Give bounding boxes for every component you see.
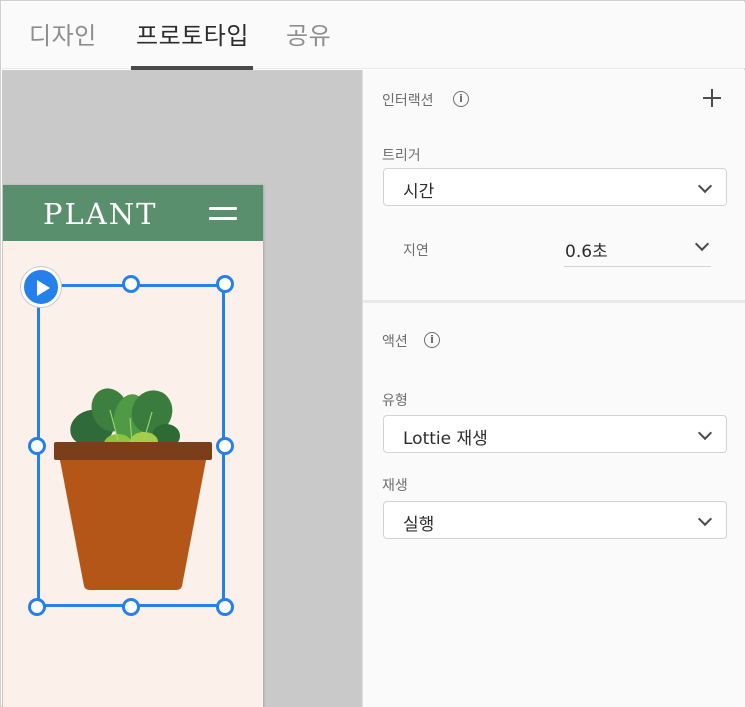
resize-handle-bottom-right[interactable]	[216, 598, 234, 616]
hamburger-menu-icon	[209, 207, 237, 221]
trigger-value: 시간	[403, 182, 435, 202]
resize-handle-right[interactable]	[216, 437, 234, 455]
chevron-down-icon	[697, 511, 713, 527]
chevron-down-icon	[697, 178, 713, 194]
resize-handle-top-right[interactable]	[216, 275, 234, 293]
delay-label: 지연	[403, 243, 429, 259]
delay-dropdown[interactable]: 0.6초	[564, 229, 711, 267]
trigger-label: 트리거	[382, 148, 421, 164]
action-section-title: 액션	[382, 334, 408, 350]
tab-design[interactable]: 디자인	[29, 16, 97, 50]
playback-dropdown[interactable]: 실행	[383, 501, 727, 539]
info-icon[interactable]: i	[424, 332, 440, 348]
mode-tab-bar: 디자인 프로토타입 공유	[2, 2, 745, 70]
chevron-down-icon	[697, 425, 713, 441]
delay-row: 지연 0.6초	[383, 223, 727, 267]
delay-value: 0.6초	[565, 242, 608, 262]
prototype-play-icon[interactable]	[21, 267, 61, 307]
trigger-dropdown[interactable]: 시간	[383, 168, 727, 206]
add-interaction-plus-icon[interactable]	[703, 89, 721, 107]
selection-bounding-box[interactable]	[37, 284, 225, 607]
action-type-value: Lottie 재생	[403, 429, 488, 449]
resize-handle-top[interactable]	[122, 275, 140, 293]
resize-handle-bottom-left[interactable]	[28, 598, 46, 616]
tab-prototype[interactable]: 프로토타입	[136, 16, 249, 50]
app-window: 디자인 프로토타입 공유 PLANT 인터랙션 i 트리거 시간 지연 0.6초…	[0, 0, 745, 707]
tab-share[interactable]: 공유	[286, 16, 331, 50]
design-canvas[interactable]: PLANT	[2, 70, 362, 707]
resize-handle-left[interactable]	[28, 437, 46, 455]
property-inspector-panel: 인터랙션 i 트리거 시간 지연 0.6초 액션 i 유형 Lottie 재생 …	[362, 70, 745, 707]
action-type-dropdown[interactable]: Lottie 재생	[383, 415, 727, 453]
info-icon[interactable]: i	[453, 91, 469, 107]
play-icon	[37, 280, 50, 296]
playback-value: 실행	[403, 515, 435, 535]
resize-handle-bottom[interactable]	[122, 598, 140, 616]
section-divider	[363, 300, 745, 303]
playback-label: 재생	[382, 478, 408, 494]
interaction-section-title: 인터랙션	[382, 93, 434, 109]
chevron-down-icon	[694, 236, 710, 252]
brand-logo-text: PLANT	[43, 197, 158, 231]
type-label: 유형	[382, 393, 408, 409]
artboard-header: PLANT	[3, 185, 263, 241]
